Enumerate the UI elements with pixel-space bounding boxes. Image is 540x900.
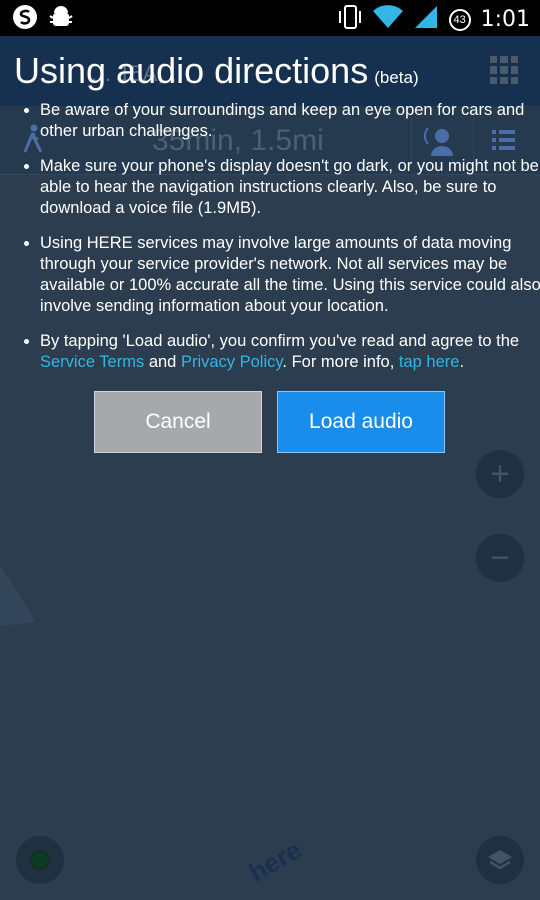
wifi-icon xyxy=(372,4,403,35)
period-text: . xyxy=(459,353,465,371)
list-item: Make sure your phone's display doesn't g… xyxy=(40,156,540,219)
battery-icon: 43 xyxy=(448,8,471,31)
more-info-text: . For more info, xyxy=(282,353,395,371)
tap-here-link[interactable]: tap here xyxy=(399,353,460,371)
dialog-title: Using audio directions (beta) xyxy=(14,50,419,92)
dialog-title-text: Using audio directions xyxy=(14,50,369,91)
swiftkey-icon xyxy=(12,4,38,35)
layers-button[interactable] xyxy=(476,836,524,884)
terms-and-text: and xyxy=(148,353,177,371)
vibrate-icon xyxy=(337,3,363,36)
status-bar: 43 1:01 xyxy=(0,0,540,36)
signal-icon xyxy=(413,4,439,35)
terms-text: By tapping 'Load audio', you confirm you… xyxy=(40,332,520,350)
layers-icon xyxy=(486,848,514,877)
list-item: Using HERE services may involve large am… xyxy=(40,233,540,317)
android-debug-icon xyxy=(48,4,74,35)
cancel-button[interactable]: Cancel xyxy=(94,391,262,453)
info-list: Be aware of your surroundings and keep a… xyxy=(18,100,540,387)
map-shape xyxy=(0,566,40,631)
load-audio-button[interactable]: Load audio xyxy=(277,391,445,453)
here-logo: here xyxy=(243,834,307,888)
locate-icon xyxy=(30,850,50,870)
list-item: By tapping 'Load audio', you confirm you… xyxy=(40,331,540,373)
list-item: Be aware of your surroundings and keep a… xyxy=(40,100,540,142)
privacy-policy-link[interactable]: Privacy Policy xyxy=(181,353,282,371)
clock: 1:01 xyxy=(480,7,530,32)
zoom-out-button[interactable]: − xyxy=(476,534,524,582)
locate-button[interactable] xyxy=(16,836,64,884)
beta-label: (beta) xyxy=(374,68,419,87)
service-terms-link[interactable]: Service Terms xyxy=(40,353,144,371)
audio-directions-dialog: Using audio directions (beta) Be aware of… xyxy=(0,36,540,466)
